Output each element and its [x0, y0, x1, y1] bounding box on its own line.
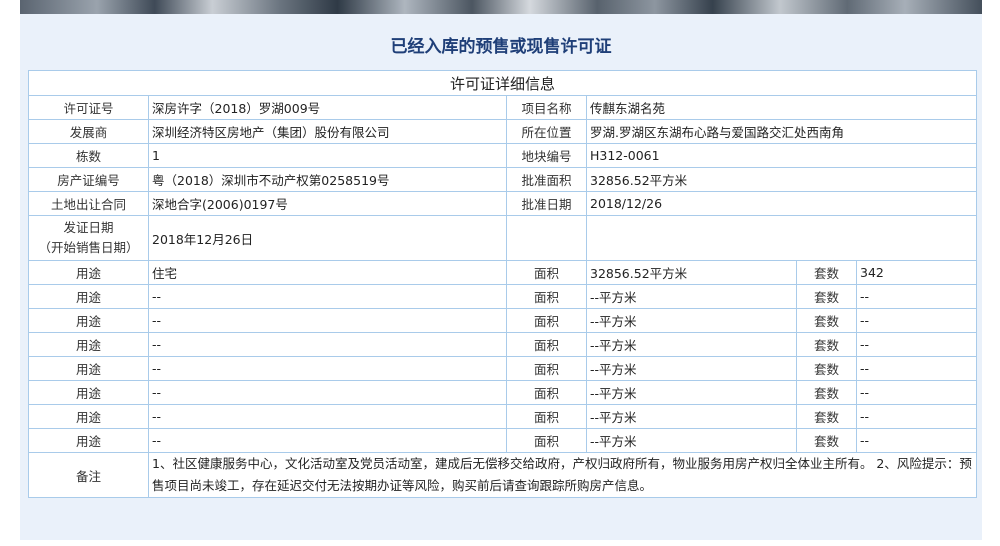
- issue-date-label-line1: 发证日期: [63, 220, 114, 235]
- permit-no-value: 深房许字（2018）罗湖009号: [148, 95, 507, 120]
- table-row: 栋数 1 地块编号 H312-0061: [28, 143, 978, 168]
- area-label: 面积: [506, 332, 587, 357]
- remarks-text: 1、社区健康服务中心，文化活动室及党员活动室，建成后无偿移交给政府，产权归政府所…: [147, 452, 978, 498]
- usage-label: 用途: [28, 356, 149, 381]
- developer-value: 深圳经济特区房地产（集团）股份有限公司: [148, 119, 507, 144]
- plot-no-value: H312-0061: [585, 143, 978, 168]
- units-value: --: [855, 356, 978, 381]
- plot-no-label: 地块编号: [506, 143, 587, 168]
- remarks-label: 备注: [28, 452, 149, 498]
- header-banner-image: [20, 0, 982, 14]
- area-value: --平方米: [586, 332, 797, 357]
- units-label: 套数: [796, 260, 857, 285]
- area-value: 32856.52平方米: [586, 260, 797, 285]
- usage-label: 用途: [28, 260, 149, 285]
- approved-area-label: 批准面积: [506, 167, 587, 192]
- area-label: 面积: [506, 428, 587, 453]
- issue-date-label-line2: （开始销售日期）: [38, 240, 139, 255]
- area-value: --平方米: [586, 284, 797, 309]
- units-label: 套数: [796, 284, 857, 309]
- usage-row: 用途 -- 面积 --平方米 套数 --: [28, 404, 978, 429]
- property-cert-label: 房产证编号: [28, 167, 149, 192]
- table-caption: 许可证详细信息: [27, 70, 978, 96]
- location-label: 所在位置: [506, 119, 587, 144]
- usage-label: 用途: [28, 284, 149, 309]
- usage-label: 用途: [28, 380, 149, 405]
- permit-no-label: 许可证号: [28, 95, 149, 120]
- approval-date-value: 2018/12/26: [585, 191, 978, 216]
- buildings-label: 栋数: [28, 143, 149, 168]
- area-value: --平方米: [586, 428, 797, 453]
- approved-area-value: 32856.52平方米: [585, 167, 978, 192]
- area-value: --平方米: [586, 404, 797, 429]
- usage-value: --: [148, 308, 507, 333]
- units-value: --: [855, 428, 978, 453]
- table-row: 土地出让合同 深地合字(2006)0197号 批准日期 2018/12/26: [28, 191, 978, 216]
- location-value: 罗湖.罗湖区东湖布心路与爱国路交汇处西南角: [585, 119, 978, 144]
- area-label: 面积: [506, 284, 587, 309]
- usage-row: 用途 -- 面积 --平方米 套数 --: [28, 356, 978, 381]
- usage-value: --: [148, 404, 507, 429]
- area-label: 面积: [506, 356, 587, 381]
- units-label: 套数: [796, 404, 857, 429]
- area-value: --平方米: [586, 380, 797, 405]
- units-label: 套数: [796, 380, 857, 405]
- units-value: --: [855, 380, 978, 405]
- usage-value: --: [148, 380, 507, 405]
- table-row: 房产证编号 粤（2018）深圳市不动产权第0258519号 批准面积 32856…: [28, 167, 978, 192]
- table-row: 许可证号 深房许字（2018）罗湖009号 项目名称 传麒东湖名苑: [28, 95, 978, 120]
- area-value: --平方米: [586, 356, 797, 381]
- land-contract-value: 深地合字(2006)0197号: [148, 191, 507, 216]
- developer-label: 发展商: [28, 119, 149, 144]
- area-label: 面积: [506, 260, 587, 285]
- units-value: --: [855, 404, 978, 429]
- units-label: 套数: [796, 332, 857, 357]
- remarks-row: 备注 1、社区健康服务中心，文化活动室及党员活动室，建成后无偿移交给政府，产权归…: [28, 452, 978, 498]
- area-label: 面积: [506, 308, 587, 333]
- usage-label: 用途: [28, 404, 149, 429]
- area-label: 面积: [506, 404, 587, 429]
- area-value: --平方米: [586, 308, 797, 333]
- page-title: 已经入库的预售或现售许可证: [390, 37, 612, 57]
- issue-date-label: 发证日期 （开始销售日期）: [28, 215, 149, 261]
- content-panel: 已经入库的预售或现售许可证 许可证详细信息 许可证号 深房许字（2018）罗湖0…: [20, 14, 982, 540]
- units-value: --: [855, 308, 978, 333]
- units-label: 套数: [796, 428, 857, 453]
- usage-row: 用途 -- 面积 --平方米 套数 --: [28, 428, 978, 453]
- usage-label: 用途: [28, 428, 149, 453]
- units-label: 套数: [796, 356, 857, 381]
- empty-cell: [506, 215, 587, 261]
- usage-row: 用途 -- 面积 --平方米 套数 --: [28, 380, 978, 405]
- usage-row: 用途 -- 面积 --平方米 套数 --: [28, 284, 978, 309]
- usage-label: 用途: [28, 308, 149, 333]
- buildings-value: 1: [148, 143, 507, 168]
- table-row: 发证日期 （开始销售日期） 2018年12月26日: [28, 215, 978, 261]
- units-value: --: [855, 332, 978, 357]
- usage-row: 用途 -- 面积 --平方米 套数 --: [28, 332, 978, 357]
- project-name-label: 项目名称: [506, 95, 587, 120]
- usage-row: 用途 住宅 面积 32856.52平方米 套数 342: [28, 260, 978, 285]
- usage-value: --: [148, 428, 507, 453]
- table-row: 发展商 深圳经济特区房地产（集团）股份有限公司 所在位置 罗湖.罗湖区东湖布心路…: [28, 119, 978, 144]
- area-label: 面积: [506, 380, 587, 405]
- permit-detail-table: 许可证详细信息 许可证号 深房许字（2018）罗湖009号 项目名称 传麒东湖名…: [27, 70, 978, 498]
- usage-value: --: [148, 284, 507, 309]
- property-cert-value: 粤（2018）深圳市不动产权第0258519号: [148, 167, 507, 192]
- usage-value: 住宅: [148, 260, 507, 285]
- usage-value: --: [148, 332, 507, 357]
- units-label: 套数: [796, 308, 857, 333]
- usage-row: 用途 -- 面积 --平方米 套数 --: [28, 308, 978, 333]
- table-caption-row: 许可证详细信息: [27, 70, 978, 96]
- usage-value: --: [148, 356, 507, 381]
- land-contract-label: 土地出让合同: [28, 191, 149, 216]
- project-name-value: 传麒东湖名苑: [585, 95, 978, 120]
- units-value: 342: [855, 260, 978, 285]
- approval-date-label: 批准日期: [506, 191, 587, 216]
- issue-date-value: 2018年12月26日: [148, 215, 507, 261]
- units-value: --: [855, 284, 978, 309]
- empty-cell: [585, 215, 978, 261]
- usage-label: 用途: [28, 332, 149, 357]
